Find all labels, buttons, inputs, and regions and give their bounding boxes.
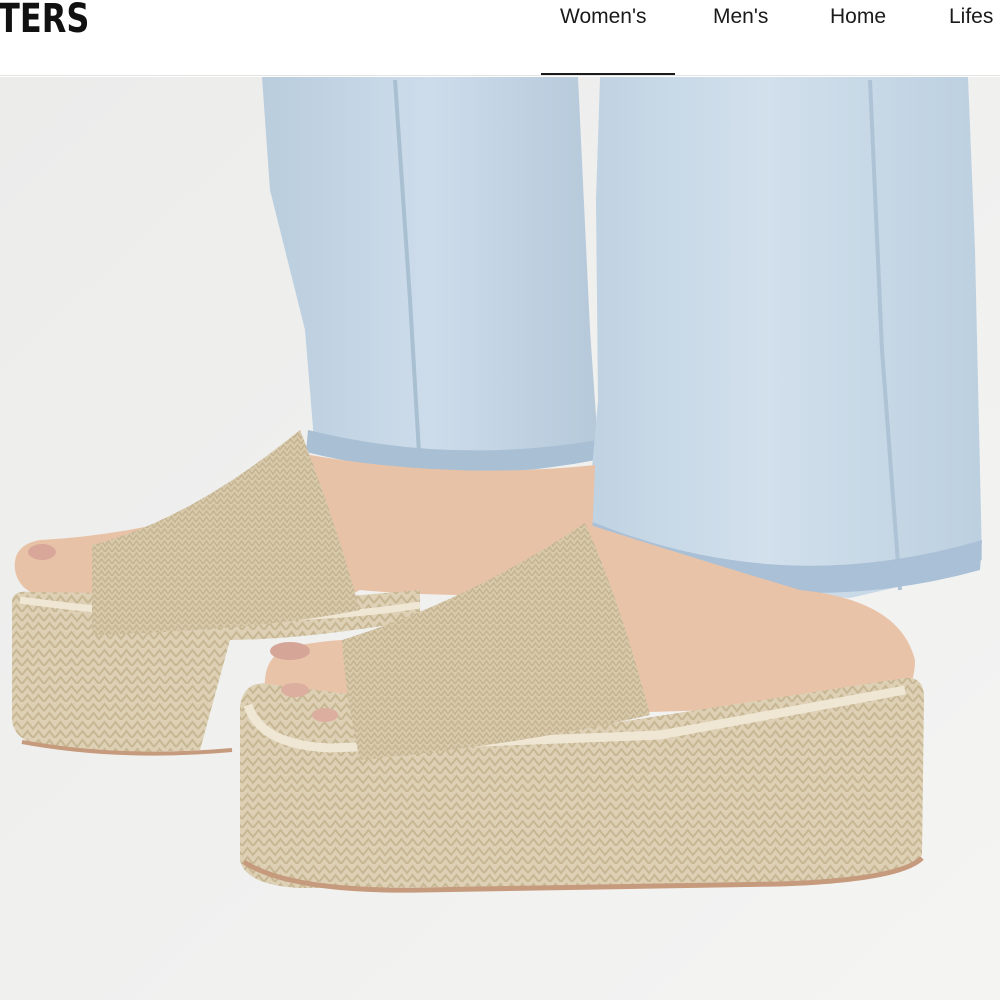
main-nav: Women's Men's Home Lifes — [0, 0, 1000, 75]
active-nav-indicator — [541, 73, 675, 75]
nav-item-womens[interactable]: Women's — [560, 5, 646, 29]
site-header: TERS Women's Men's Home Lifes — [0, 0, 1000, 76]
nav-item-mens[interactable]: Men's — [713, 5, 768, 29]
product-photo[interactable] — [0, 77, 1000, 1000]
nav-item-lifestyle[interactable]: Lifes — [949, 5, 993, 29]
product-photo-illustration — [0, 77, 1000, 1000]
nav-item-home[interactable]: Home — [830, 5, 886, 29]
